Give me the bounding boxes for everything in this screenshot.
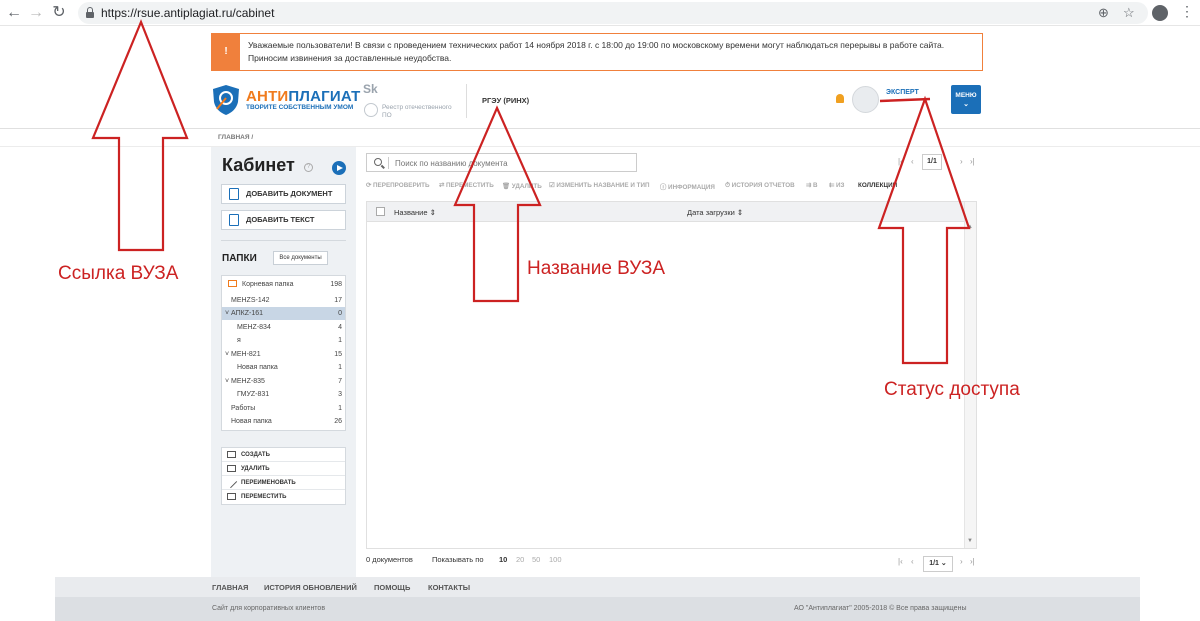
arrow-access-status bbox=[877, 95, 971, 365]
arrow-university-link bbox=[91, 19, 189, 252]
strikethrough-mark bbox=[879, 97, 931, 103]
annotation-label-status: Статус доступа bbox=[884, 379, 1020, 400]
annotation-label-link: Ссылка ВУЗА bbox=[58, 263, 179, 284]
annotation-label-name: Название ВУЗА bbox=[527, 258, 666, 279]
annotation-arrows bbox=[91, 19, 971, 365]
